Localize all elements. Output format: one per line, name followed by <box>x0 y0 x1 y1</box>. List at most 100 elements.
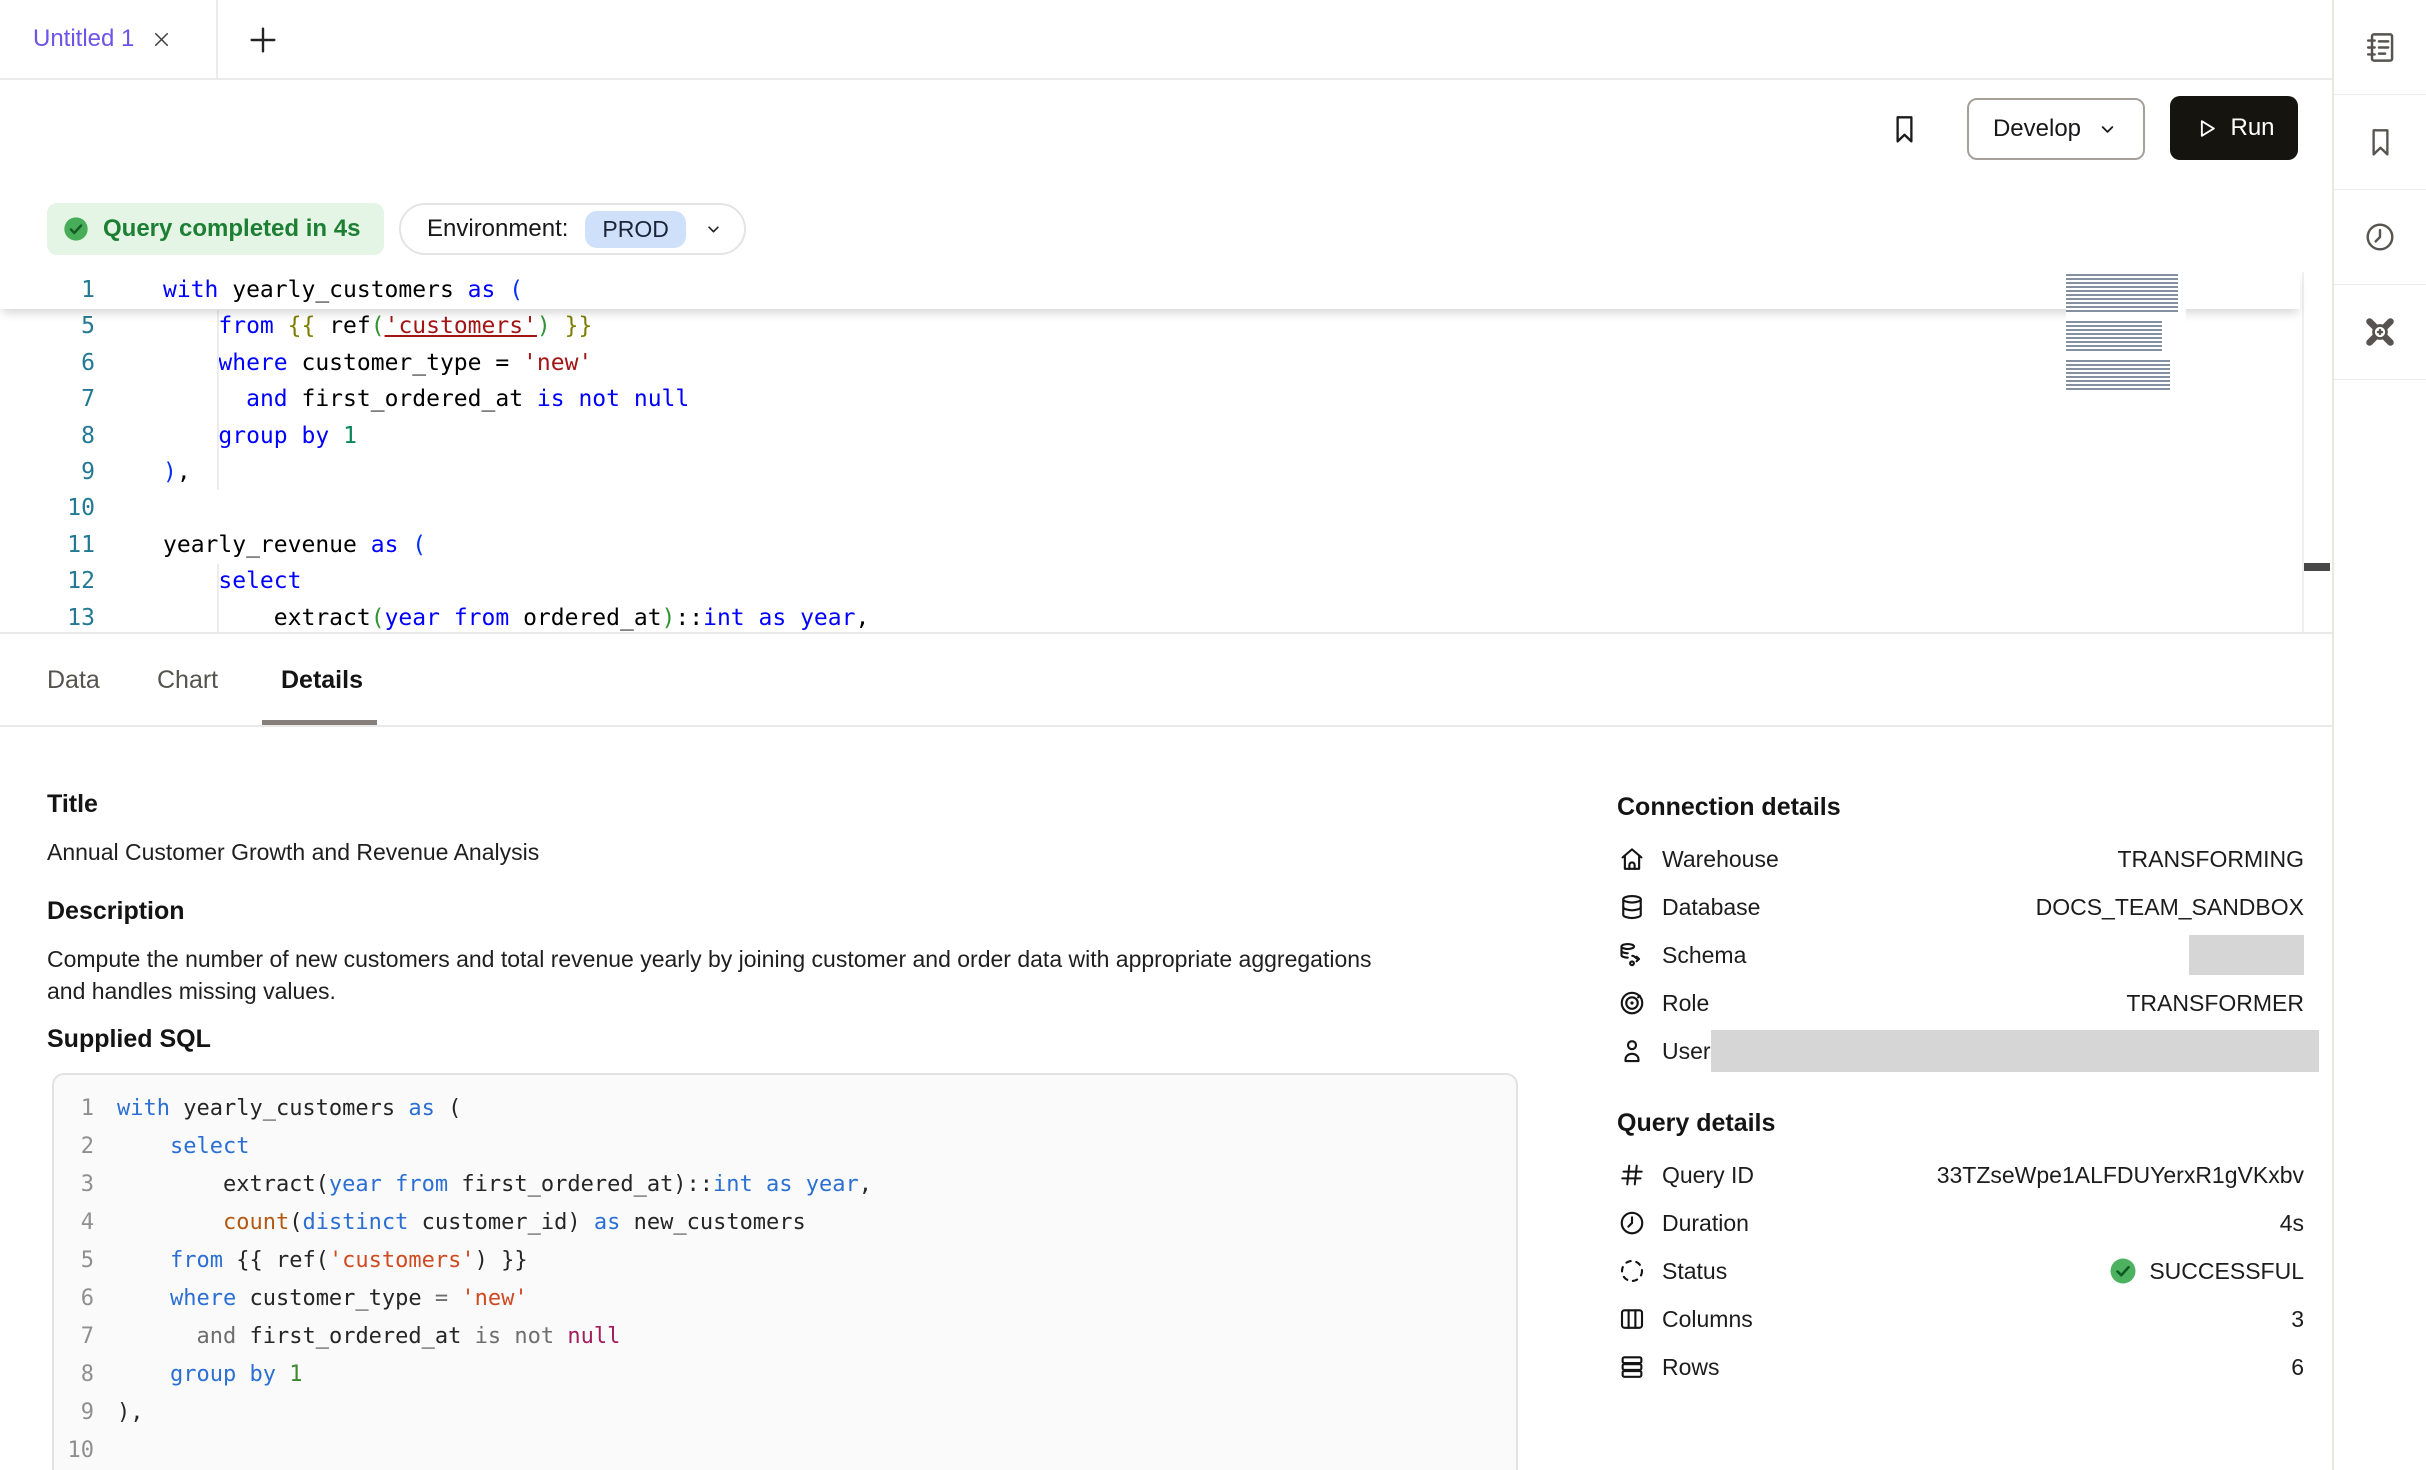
redacted-value <box>2189 935 2304 975</box>
field-label: Status <box>1662 1258 1727 1285</box>
line-number: 1 <box>54 1090 94 1128</box>
app-window: Untitled 1 Develop Run Query completed i… <box>0 0 2426 1470</box>
spinner-icon <box>1617 1256 1647 1286</box>
editor-scrollbar-track[interactable] <box>2302 272 2304 632</box>
connection-row-warehouse: WarehouseTRANSFORMING <box>1617 841 2304 877</box>
line-number: 3 <box>54 1166 94 1204</box>
line-number: 4 <box>54 1204 94 1242</box>
line-code: and first_ordered_at is not null <box>163 381 689 417</box>
editor-line-5: 5 from {{ ref('customers') }} <box>0 308 2300 344</box>
editor-line-9: 9), <box>0 454 2300 490</box>
field-label: Rows <box>1662 1354 1720 1381</box>
rows-icon <box>1617 1352 1647 1382</box>
sidebar-lineage-button[interactable] <box>2334 285 2426 380</box>
tab-label: Untitled 1 <box>33 25 134 53</box>
field-value: 6 <box>2291 1354 2304 1381</box>
sidebar-notebook-button[interactable] <box>2334 0 2426 95</box>
tab-untitled-1[interactable]: Untitled 1 <box>0 0 218 78</box>
sql-line-8: 8 group by 1 <box>54 1356 1516 1394</box>
new-tab-button[interactable] <box>240 17 286 63</box>
line-number: 7 <box>0 381 95 417</box>
field-value: 3 <box>2291 1306 2304 1333</box>
line-number: 12 <box>0 563 95 599</box>
query-status-text: Query completed in 4s <box>103 215 360 243</box>
sidebar-bookmark-button[interactable] <box>2334 95 2426 190</box>
run-button[interactable]: Run <box>2170 96 2298 160</box>
field-value <box>1711 1030 2319 1072</box>
field-label: Database <box>1662 894 1760 921</box>
field-value <box>2189 935 2304 975</box>
field-value: TRANSFORMING <box>2117 846 2304 873</box>
editor-line-12: 12 select <box>0 563 2300 599</box>
sql-line-4: 4 count(distinct customer_id) as new_cus… <box>54 1204 1516 1242</box>
line-code: select <box>117 1128 249 1166</box>
chevron-down-icon <box>703 219 724 240</box>
line-number: 2 <box>54 1128 94 1166</box>
description-heading: Description <box>47 897 185 926</box>
sql-line-6: 6 where customer_type = 'new' <box>54 1280 1516 1318</box>
minimap-block <box>2066 274 2178 312</box>
connection-row-schema: Schema <box>1617 937 2304 973</box>
sql-line-9: 9), <box>54 1394 1516 1432</box>
description-value: Compute the number of new customers and … <box>47 943 1387 1007</box>
query-status-pill: Query completed in 4s <box>47 203 384 255</box>
line-code: with yearly_customers as ( <box>163 272 523 308</box>
connection-details-heading: Connection details <box>1617 793 1841 822</box>
redacted-value <box>1711 1030 2319 1072</box>
hash-icon <box>1617 1160 1647 1190</box>
sql-line-1: 1 with yearly_customers as ( <box>54 1090 1516 1128</box>
check-circle-icon <box>62 215 90 243</box>
chevron-down-icon <box>2096 118 2119 141</box>
line-number: 10 <box>54 1432 94 1470</box>
right-sidebar-items <box>2334 0 2426 380</box>
line-number: 1 <box>0 272 95 308</box>
sidebar-history-button[interactable] <box>2334 190 2426 285</box>
tab-chart[interactable]: Chart <box>157 636 218 725</box>
sql-line-3: 3 extract(year from first_ordered_at)::i… <box>54 1166 1516 1204</box>
editor-line-10: 10 <box>0 490 2300 526</box>
title-value: Annual Customer Growth and Revenue Analy… <box>47 839 539 866</box>
environment-selector[interactable]: Environment: PROD <box>399 203 746 255</box>
connection-row-role: Role TRANSFORMER <box>1617 985 2304 1021</box>
details-panel: Title Annual Customer Growth and Revenue… <box>0 727 2334 1470</box>
line-code: ), <box>117 1394 144 1432</box>
bookmark-button[interactable] <box>1888 108 1921 150</box>
right-icon-sidebar <box>2332 0 2426 1470</box>
home-icon <box>1617 844 1647 874</box>
indent-guide <box>217 564 219 634</box>
line-number: 6 <box>54 1280 94 1318</box>
field-value: 33TZseWpe1ALFDUYerxR1gVKxbv <box>1937 1162 2304 1189</box>
field-label: Schema <box>1662 942 1746 969</box>
field-value: TRANSFORMER <box>2126 990 2304 1017</box>
field-value: DOCS_TEAM_SANDBOX <box>2036 894 2304 921</box>
close-icon[interactable] <box>150 28 173 51</box>
line-number: 13 <box>0 600 95 636</box>
line-code: with yearly_customers as ( <box>117 1090 461 1128</box>
minimap[interactable] <box>2066 274 2186 399</box>
line-code: group by 1 <box>117 1356 302 1394</box>
lineage-icon <box>2361 313 2399 351</box>
tab-details[interactable]: Details <box>281 636 363 725</box>
database-icon <box>1617 892 1647 922</box>
editor-line-11: 11yearly_revenue as ( <box>0 527 2300 563</box>
connection-row-database: Database DOCS_TEAM_SANDBOX <box>1617 889 2304 925</box>
sql-editor[interactable]: 1 with yearly_customers as (5 from {{ ref… <box>0 272 2334 634</box>
editor-scrollbar-thumb[interactable] <box>2304 563 2330 571</box>
query-row-duration: Duration4s <box>1617 1205 2304 1241</box>
line-code: where customer_type = 'new' <box>163 345 592 381</box>
line-number: 7 <box>54 1318 94 1356</box>
schema-icon <box>1617 940 1647 970</box>
field-label: Role <box>1662 990 1709 1017</box>
sql-line-5: 5 from {{ ref('customers') }} <box>54 1242 1516 1280</box>
line-number: 6 <box>0 345 95 381</box>
field-value: SUCCESSFUL <box>2108 1256 2304 1286</box>
minimap-block <box>2066 321 2162 351</box>
tab-data[interactable]: Data <box>47 636 100 725</box>
line-code: extract(year from first_ordered_at)::int… <box>117 1166 872 1204</box>
query-row-query-id: Query ID33TZseWpe1ALFDUYerxR1gVKxbv <box>1617 1157 2304 1193</box>
develop-dropdown[interactable]: Develop <box>1967 98 2145 160</box>
play-icon <box>2193 116 2218 141</box>
field-value: 4s <box>2280 1210 2304 1237</box>
query-row-status: Status SUCCESSFUL <box>1617 1253 2304 1289</box>
query-details-heading: Query details <box>1617 1109 1775 1138</box>
